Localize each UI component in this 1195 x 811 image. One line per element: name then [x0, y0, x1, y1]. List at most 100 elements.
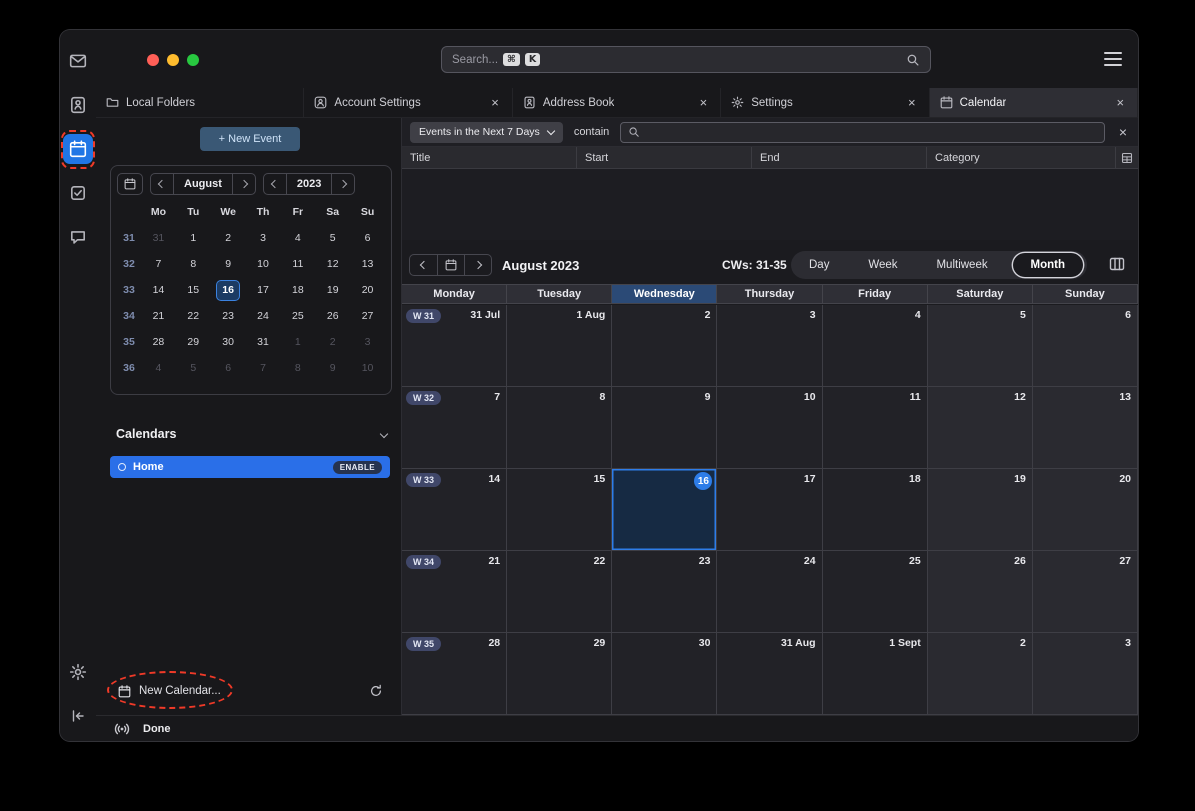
rotate-view-icon[interactable] [1109, 256, 1125, 272]
calendar-space-button[interactable] [63, 134, 93, 164]
minical-day[interactable]: 6 [211, 355, 246, 381]
month-day-cell[interactable]: 8 [507, 387, 612, 469]
minical-next-year-button[interactable] [332, 174, 354, 194]
minical-day[interactable]: 7 [246, 355, 281, 381]
go-to-today-button[interactable] [437, 255, 464, 275]
minical-day[interactable]: 3 [350, 329, 385, 355]
tab-close-button[interactable]: × [488, 95, 502, 110]
minical-day[interactable]: 19 [315, 277, 350, 303]
view-week-button[interactable]: Week [854, 253, 911, 277]
month-day-cell[interactable]: 3 [717, 305, 822, 387]
tab-account-settings[interactable]: Account Settings × [304, 88, 512, 117]
view-multiweek-button[interactable]: Multiweek [922, 253, 1001, 277]
minical-day[interactable]: 10 [246, 251, 281, 277]
minical-month-label[interactable]: August [173, 174, 233, 194]
month-day-cell[interactable]: 22 [507, 551, 612, 633]
minical-today-button[interactable] [117, 173, 143, 195]
minical-day[interactable]: 4 [280, 225, 315, 251]
minical-day[interactable]: 29 [176, 329, 211, 355]
month-day-cell[interactable]: 11 [823, 387, 928, 469]
minical-prev-month-button[interactable] [151, 174, 173, 194]
month-day-cell[interactable]: 23 [612, 551, 717, 633]
minical-day[interactable]: 23 [211, 303, 246, 329]
minical-day[interactable]: 20 [350, 277, 385, 303]
previous-period-button[interactable] [410, 255, 437, 275]
minical-day[interactable]: 28 [141, 329, 176, 355]
tab-calendar[interactable]: Calendar × [930, 88, 1138, 117]
month-day-cell[interactable]: 1 Aug [507, 305, 612, 387]
month-day-cell[interactable]: 10 [717, 387, 822, 469]
minical-day[interactable]: 16 [211, 277, 246, 303]
zoom-window-button[interactable] [187, 54, 199, 66]
month-day-cell[interactable]: 18 [823, 469, 928, 551]
month-day-cell[interactable]: 3 [1033, 633, 1138, 715]
month-day-cell[interactable]: 30 [612, 633, 717, 715]
global-search-input[interactable]: Search... ⌘ K [441, 46, 931, 73]
month-day-cell[interactable]: 2 [612, 305, 717, 387]
month-day-cell[interactable]: W 3421 [402, 551, 507, 633]
month-day-cell[interactable]: 9 [612, 387, 717, 469]
app-menu-button[interactable] [1104, 52, 1122, 66]
month-day-cell[interactable]: 1 Sept [823, 633, 928, 715]
month-day-cell[interactable]: 2 [928, 633, 1033, 715]
tab-close-button[interactable]: × [905, 95, 919, 110]
minical-day[interactable]: 18 [280, 277, 315, 303]
minical-day[interactable]: 8 [176, 251, 211, 277]
tasks-space-button[interactable] [63, 178, 93, 208]
synchronize-icon[interactable] [369, 684, 387, 698]
month-day-cell[interactable]: 26 [928, 551, 1033, 633]
month-day-cell[interactable]: 20 [1033, 469, 1138, 551]
view-month-button[interactable]: Month [1013, 253, 1083, 277]
minical-day[interactable]: 1 [280, 329, 315, 355]
tab-close-button[interactable]: × [1113, 95, 1127, 110]
minical-next-month-button[interactable] [233, 174, 255, 194]
minical-day[interactable]: 31 [141, 225, 176, 251]
minical-day[interactable]: 21 [141, 303, 176, 329]
minimize-window-button[interactable] [167, 54, 179, 66]
month-day-cell[interactable]: 13 [1033, 387, 1138, 469]
new-calendar-button[interactable]: New Calendar... [110, 685, 221, 698]
column-header-category[interactable]: Category [926, 147, 1115, 168]
month-day-cell[interactable]: 25 [823, 551, 928, 633]
month-day-cell[interactable]: W 3314 [402, 469, 507, 551]
month-day-cell[interactable]: 6 [1033, 305, 1138, 387]
month-day-cell[interactable]: 31 Aug [717, 633, 822, 715]
month-day-cell[interactable]: 12 [928, 387, 1033, 469]
filterbar-close-button[interactable]: × [1116, 124, 1130, 140]
minical-day[interactable]: 17 [246, 277, 281, 303]
close-window-button[interactable] [147, 54, 159, 66]
event-range-dropdown[interactable]: Events in the Next 7 Days [410, 122, 563, 143]
minical-day[interactable]: 22 [176, 303, 211, 329]
month-day-cell[interactable]: 17 [717, 469, 822, 551]
minical-day[interactable]: 27 [350, 303, 385, 329]
minical-prev-year-button[interactable] [264, 174, 286, 194]
minical-day[interactable]: 30 [211, 329, 246, 355]
minical-day[interactable]: 10 [350, 355, 385, 381]
minical-day[interactable]: 9 [211, 251, 246, 277]
minical-day[interactable]: 1 [176, 225, 211, 251]
minical-day[interactable]: 5 [176, 355, 211, 381]
month-day-cell[interactable]: 24 [717, 551, 822, 633]
month-day-cell[interactable]: 5 [928, 305, 1033, 387]
month-day-cell[interactable]: 15 [507, 469, 612, 551]
minical-day[interactable]: 24 [246, 303, 281, 329]
minical-day[interactable]: 6 [350, 225, 385, 251]
calendar-list-item-home[interactable]: Home ENABLE [110, 456, 390, 478]
new-event-button[interactable]: + New Event [200, 127, 300, 151]
tab-close-button[interactable]: × [697, 95, 711, 110]
minical-day[interactable]: 11 [280, 251, 315, 277]
tab-settings[interactable]: Settings × [721, 88, 929, 117]
minical-day[interactable]: 15 [176, 277, 211, 303]
chat-space-button[interactable] [63, 222, 93, 252]
minical-day[interactable]: 4 [141, 355, 176, 381]
calendars-section-header[interactable]: Calendars [116, 427, 387, 441]
minical-day[interactable]: 2 [211, 225, 246, 251]
month-day-cell[interactable]: W 3131 Jul [402, 305, 507, 387]
enable-badge[interactable]: ENABLE [333, 461, 382, 474]
minical-day[interactable]: 13 [350, 251, 385, 277]
minical-day[interactable]: 9 [315, 355, 350, 381]
minical-day[interactable]: 31 [246, 329, 281, 355]
minical-day[interactable]: 26 [315, 303, 350, 329]
settings-space-button[interactable] [63, 657, 93, 687]
minical-day[interactable]: 8 [280, 355, 315, 381]
